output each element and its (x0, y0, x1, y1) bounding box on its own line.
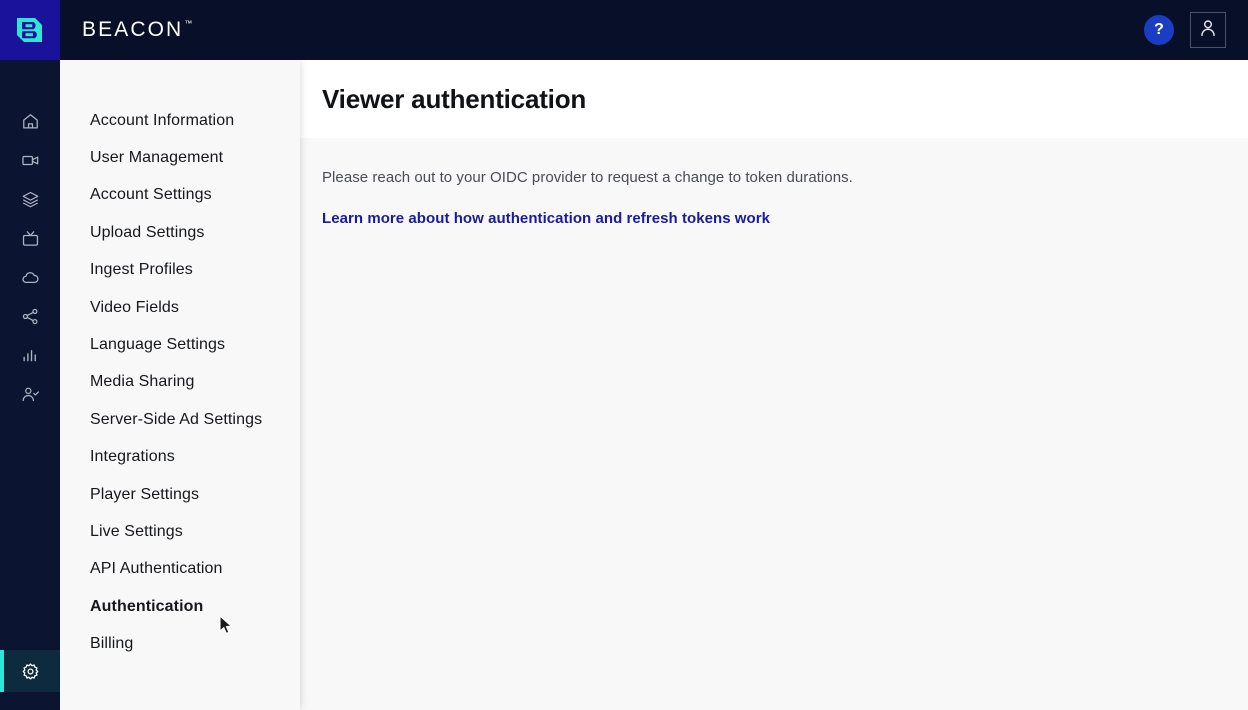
menu-item-label: Language Settings (90, 336, 225, 354)
menu-item-label: Video Fields (90, 299, 179, 317)
rail-item-playlists[interactable] (0, 180, 60, 219)
settings-menu-item-billing[interactable]: Billing (60, 625, 300, 662)
settings-menu-item-account-settings[interactable]: Account Settings (60, 177, 300, 214)
user-account-button[interactable] (1190, 12, 1226, 48)
question-mark-icon: ? (1154, 21, 1164, 39)
rail-primary-items (0, 60, 60, 414)
menu-item-label: Upload Settings (90, 224, 204, 242)
settings-menu-item-upload-settings[interactable]: Upload Settings (60, 214, 300, 251)
menu-item-label: API Authentication (90, 560, 223, 578)
user-check-icon (21, 385, 40, 404)
settings-menu-item-server-side-ad-settings[interactable]: Server-Side Ad Settings (60, 401, 300, 438)
menu-item-label: Authentication (90, 598, 203, 616)
menu-item-label: Billing (90, 635, 133, 653)
settings-menu-panel: Account Information User Management Acco… (60, 60, 300, 710)
video-camera-icon (21, 151, 40, 170)
menu-item-label: Integrations (90, 448, 175, 466)
trademark-symbol: ™ (184, 19, 192, 28)
settings-menu-item-media-sharing[interactable]: Media Sharing (60, 364, 300, 401)
menu-item-label: Ingest Profiles (90, 261, 193, 279)
tv-icon (21, 229, 40, 248)
settings-menu-item-video-fields[interactable]: Video Fields (60, 289, 300, 326)
rail-item-distribution[interactable] (0, 297, 60, 336)
settings-menu-item-integrations[interactable]: Integrations (60, 439, 300, 476)
content-header: Viewer authentication (300, 60, 1248, 138)
rail-item-home[interactable] (0, 102, 60, 141)
home-icon (21, 112, 40, 131)
bar-chart-icon (21, 346, 40, 365)
settings-menu-item-player-settings[interactable]: Player Settings (60, 476, 300, 513)
menu-item-label: Media Sharing (90, 373, 194, 391)
info-message: Please reach out to your OIDC provider t… (322, 168, 1226, 188)
rail-item-channels[interactable] (0, 219, 60, 258)
layers-icon (21, 190, 40, 209)
top-header-bar: BEACON™ ? (0, 0, 1248, 60)
rail-item-settings[interactable] (0, 650, 60, 692)
beacon-b-logo-icon (11, 11, 49, 49)
main-content-area: Viewer authentication Please reach out t… (300, 60, 1248, 710)
left-icon-rail (0, 60, 60, 710)
menu-item-label: User Management (90, 149, 223, 167)
cloud-icon (21, 268, 40, 287)
gear-icon (21, 662, 40, 681)
settings-menu-list: Account Information User Management Acco… (60, 85, 300, 663)
menu-item-label: Account Settings (90, 186, 212, 204)
settings-menu-item-ingest-profiles[interactable]: Ingest Profiles (60, 252, 300, 289)
menu-item-label: Server-Side Ad Settings (90, 411, 262, 429)
brand-name-text: BEACON (82, 18, 183, 41)
settings-menu-item-api-authentication[interactable]: API Authentication (60, 551, 300, 588)
rail-item-audience[interactable] (0, 375, 60, 414)
page-title: Viewer authentication (322, 84, 586, 115)
content-body: Please reach out to your OIDC provider t… (300, 138, 1248, 228)
rail-bottom-items (0, 650, 60, 692)
app-root: BEACON™ ? (0, 0, 1248, 710)
settings-menu-item-authentication[interactable]: Authentication (60, 588, 300, 625)
menu-item-label: Player Settings (90, 486, 199, 504)
rail-item-analytics[interactable] (0, 336, 60, 375)
share-nodes-icon (21, 307, 40, 326)
help-button[interactable]: ? (1144, 15, 1174, 45)
rail-item-cloud[interactable] (0, 258, 60, 297)
settings-menu-item-language-settings[interactable]: Language Settings (60, 326, 300, 363)
rail-item-videos[interactable] (0, 141, 60, 180)
learn-more-link[interactable]: Learn more about how authentication and … (322, 210, 770, 227)
brand-logo-tile[interactable] (0, 0, 60, 60)
settings-menu-item-account-information[interactable]: Account Information (60, 102, 300, 139)
header-actions: ? (1144, 12, 1248, 48)
brand-wordmark: BEACON™ (82, 18, 191, 42)
menu-item-label: Live Settings (90, 523, 183, 541)
settings-menu-item-user-management[interactable]: User Management (60, 139, 300, 176)
settings-menu-item-live-settings[interactable]: Live Settings (60, 513, 300, 550)
menu-item-label: Account Information (90, 112, 234, 130)
user-person-icon (1197, 17, 1219, 44)
